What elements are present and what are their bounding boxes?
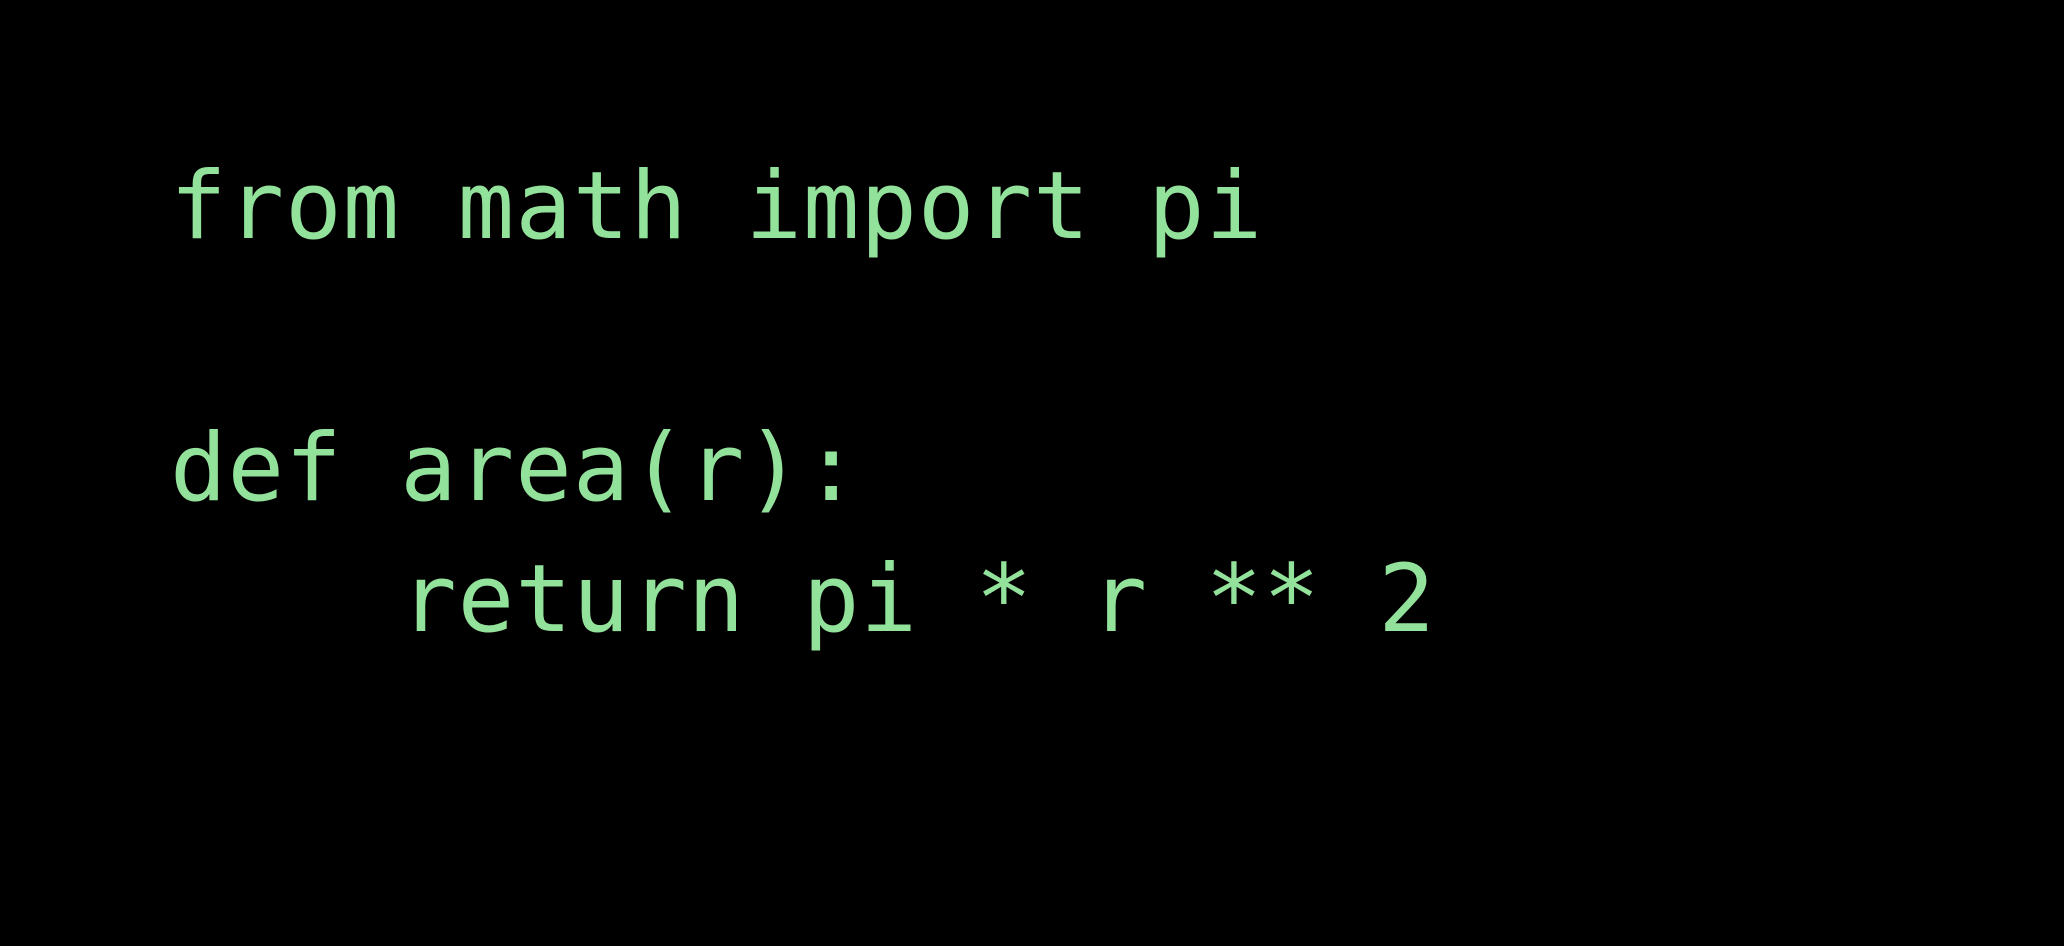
code-line: from math import pi [170,152,1263,261]
code-line: def area(r): [170,414,860,523]
code-block: from math import pi def area(r): return … [170,145,1436,669]
code-line: return pi * r ** 2 [170,545,1436,654]
